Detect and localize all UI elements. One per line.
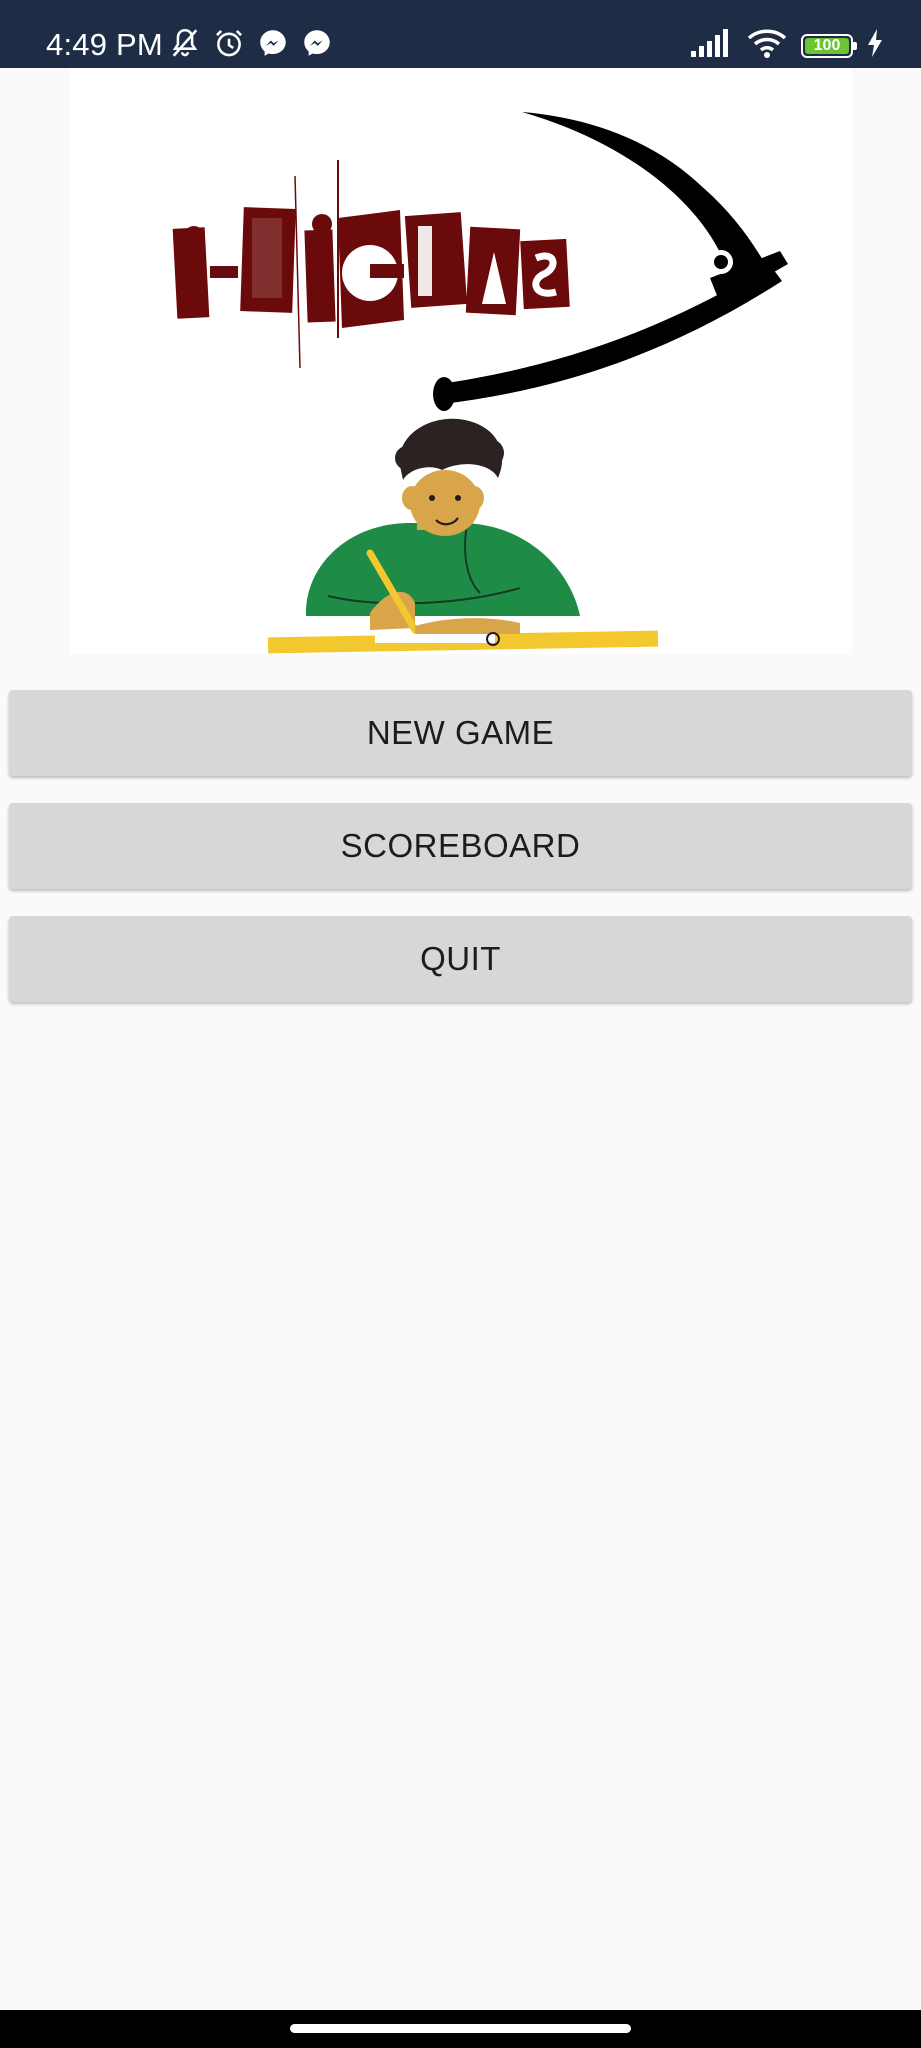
messenger-icon [300, 26, 334, 65]
main-menu: NEW GAME SCOREBOARD QUIT [9, 690, 912, 1029]
wifi-icon [747, 28, 787, 63]
hero-banner [70, 68, 852, 654]
home-indicator[interactable] [290, 2024, 631, 2033]
system-icons: 100 [691, 28, 883, 63]
logo-wordmark [172, 160, 570, 369]
navigation-bar [0, 2010, 921, 2048]
notification-icons [168, 26, 334, 65]
boy-writing-illustration [267, 418, 659, 654]
messenger-icon [256, 26, 290, 65]
signal-icon [691, 29, 733, 62]
battery-level: 100 [813, 36, 841, 54]
quit-button[interactable]: QUIT [9, 916, 912, 1002]
bell-off-icon [168, 26, 202, 65]
scoreboard-button[interactable]: SCOREBOARD [9, 803, 912, 889]
status-bar: 4:49 PM 100 [0, 0, 921, 68]
alarm-icon [212, 26, 246, 65]
status-time: 4:49 PM [46, 27, 163, 62]
new-game-button[interactable]: NEW GAME [9, 690, 912, 776]
charging-icon [867, 29, 883, 62]
battery-icon: 100 [801, 33, 857, 58]
app-logo-illustration [172, 112, 788, 654]
